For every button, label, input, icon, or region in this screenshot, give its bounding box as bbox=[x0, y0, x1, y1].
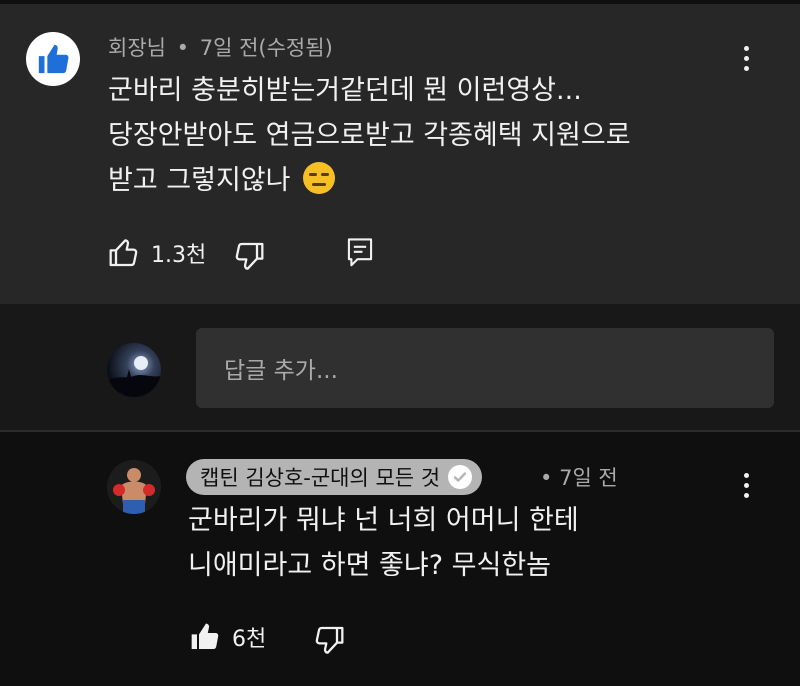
current-user-avatar bbox=[107, 343, 161, 397]
reply-channel-name-pill[interactable]: 캡틴 김상호-군대의 모든 것 bbox=[186, 459, 483, 495]
comment-meta: 회장님 • 7일 전(수정됨) bbox=[108, 32, 333, 62]
comment-more-options-button[interactable] bbox=[731, 38, 761, 78]
comment-dislike-button[interactable] bbox=[232, 240, 266, 272]
comment-like-button[interactable]: 1.3천 bbox=[107, 237, 206, 269]
moon-landscape-icon bbox=[107, 356, 161, 397]
comment-time: 7일 전(수정됨) bbox=[199, 36, 333, 60]
dislike-icon bbox=[235, 242, 264, 270]
reply-line: 니애미라고 하면 좋냐? 무식한놈 bbox=[188, 550, 551, 581]
expressionless-face-emoji-icon bbox=[303, 162, 336, 194]
reply-dislike-button[interactable] bbox=[312, 624, 346, 656]
meta-separator: • bbox=[540, 466, 553, 490]
reply-line: 군바리가 뭐냐 넌 너희 어머니 한테 bbox=[188, 505, 579, 536]
reply-time: 7일 전 bbox=[559, 466, 618, 490]
comment-line: 군바리 충분히받는거같던데 뭔 이런영상... bbox=[108, 75, 582, 106]
reply-like-button[interactable]: 6천 bbox=[188, 621, 266, 653]
reply-more-options-button[interactable] bbox=[731, 465, 761, 505]
commenter-avatar[interactable] bbox=[26, 32, 80, 86]
comment-like-count: 1.3천 bbox=[151, 243, 207, 268]
reply-author-avatar[interactable] bbox=[107, 460, 161, 514]
boxer-photo-icon bbox=[107, 460, 161, 514]
reply-comment-icon bbox=[347, 238, 373, 267]
meta-separator: • bbox=[176, 36, 190, 60]
add-reply-input[interactable]: 답글 추가... bbox=[196, 328, 774, 408]
reply-channel-name: 캡틴 김상호-군대의 모든 것 bbox=[200, 466, 441, 490]
dot-icon bbox=[743, 65, 749, 71]
reply-like-count: 6천 bbox=[232, 627, 267, 652]
dot-icon bbox=[743, 482, 749, 488]
comment-line: 당장안받아도 연금으로받고 각종혜택 지원으로 bbox=[108, 120, 631, 151]
dot-icon bbox=[743, 45, 749, 51]
reply-meta: • 7일 전 bbox=[540, 462, 618, 492]
dot-icon bbox=[743, 472, 749, 478]
thumbs-up-icon bbox=[38, 44, 69, 74]
dislike-icon bbox=[315, 626, 344, 654]
verified-check-icon bbox=[448, 465, 473, 489]
comment-reply-button[interactable] bbox=[345, 237, 375, 269]
reply-text: 군바리가 뭐냐 넌 너희 어머니 한테 니애미라고 하면 좋냐? 무식한놈 bbox=[188, 498, 579, 588]
comment-text: 군바리 충분히받는거같던데 뭔 이런영상... 당장안받아도 연금으로받고 각종… bbox=[108, 68, 631, 203]
dot-icon bbox=[743, 492, 749, 498]
divider bbox=[0, 430, 800, 432]
comment-author[interactable]: 회장님 bbox=[108, 36, 166, 60]
comment-line-last: 받고 그렇지않나 bbox=[108, 158, 631, 203]
like-icon bbox=[109, 239, 138, 267]
comment-line: 받고 그렇지않나 bbox=[108, 165, 291, 196]
like-filled-icon bbox=[191, 623, 219, 649]
add-reply-placeholder: 답글 추가... bbox=[224, 358, 338, 384]
dot-icon bbox=[743, 55, 749, 61]
